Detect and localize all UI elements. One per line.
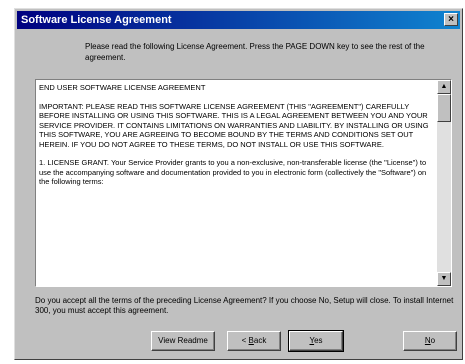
scroll-up-button[interactable]: ▲ bbox=[437, 80, 451, 94]
license-paragraph-important: IMPORTANT: PLEASE READ THIS SOFTWARE LIC… bbox=[39, 101, 429, 149]
no-label-rest: o bbox=[430, 336, 436, 345]
back-prefix: < bbox=[241, 336, 249, 345]
window-title: Software License Agreement bbox=[21, 14, 172, 26]
view-readme-button[interactable]: View Readme bbox=[151, 331, 215, 351]
license-content: END USER SOFTWARE LICENSE AGREEMENT IMPO… bbox=[39, 83, 434, 196]
vertical-scrollbar[interactable]: ▲ ▼ bbox=[437, 80, 451, 286]
up-arrow-icon: ▲ bbox=[440, 83, 448, 90]
scroll-down-button[interactable]: ▼ bbox=[437, 272, 451, 286]
down-arrow-icon: ▼ bbox=[440, 275, 448, 282]
title-bar: Software License Agreement × bbox=[17, 11, 460, 29]
yes-label-rest: es bbox=[314, 336, 323, 345]
accept-question: Do you accept all the terms of the prece… bbox=[35, 296, 454, 315]
scroll-thumb[interactable] bbox=[437, 94, 451, 122]
license-paragraph-grant: 1. LICENSE GRANT. Your Service Provider … bbox=[39, 158, 427, 186]
no-button[interactable]: No bbox=[403, 331, 457, 351]
license-heading: END USER SOFTWARE LICENSE AGREEMENT bbox=[39, 83, 206, 92]
yes-button[interactable]: Yes bbox=[288, 330, 344, 352]
back-button[interactable]: < Back bbox=[227, 331, 281, 351]
back-label-rest: ack bbox=[253, 336, 267, 345]
license-textbox[interactable]: END USER SOFTWARE LICENSE AGREEMENT IMPO… bbox=[35, 79, 452, 287]
license-dialog: Software License Agreement × Please read… bbox=[14, 8, 463, 360]
instruction-text: Please read the following License Agreem… bbox=[85, 42, 425, 62]
close-button[interactable]: × bbox=[444, 13, 458, 26]
